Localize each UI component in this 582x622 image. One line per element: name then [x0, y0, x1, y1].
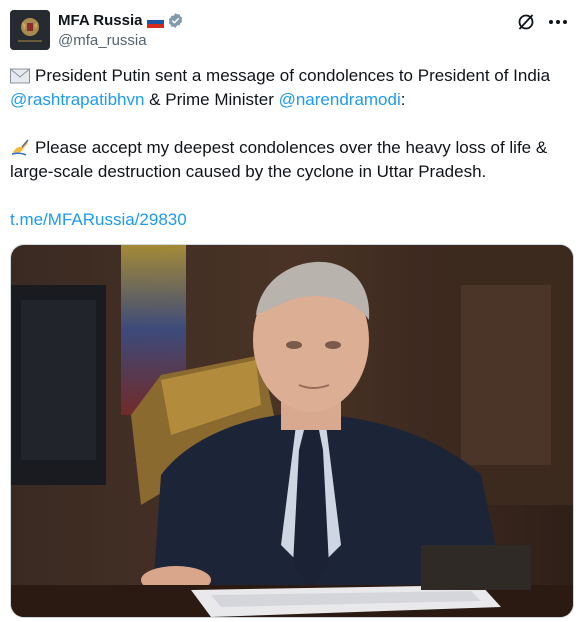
envelope-icon — [10, 67, 30, 85]
writing-hand-icon — [10, 138, 30, 156]
tweet-line1-suffix: : — [400, 90, 406, 109]
avatar[interactable] — [10, 10, 50, 50]
tweet-header: MFA Russia @mfa_russia — [10, 10, 572, 50]
tweet-paragraph-2: Please accept my deepest condolences ove… — [10, 136, 575, 184]
author-handle[interactable]: @mfa_russia — [58, 32, 184, 49]
photo-of-man-at-desk — [11, 245, 573, 617]
mention-narendramodi[interactable]: @narendramodi — [279, 90, 401, 109]
russia-flag-icon — [147, 15, 165, 28]
tweet-line1-middle: & Prime Minister — [144, 90, 279, 109]
telegram-link[interactable]: t.me/MFARussia/29830 — [10, 210, 187, 229]
verified-badge-icon[interactable] — [167, 12, 184, 29]
more-dots-icon[interactable] — [546, 10, 570, 34]
author-display-name[interactable]: MFA Russia — [58, 12, 142, 29]
tweet-line1-prefix: President Putin sent a message of condol… — [35, 66, 551, 85]
tweet-text: President Putin sent a message of condol… — [10, 64, 575, 232]
grok-slash-icon[interactable] — [516, 12, 536, 32]
tweet-paragraph-1: President Putin sent a message of condol… — [10, 64, 575, 112]
tweet-photo[interactable] — [10, 244, 574, 618]
author-names: MFA Russia @mfa_russia — [58, 11, 184, 49]
tweet-paragraph-2-text: Please accept my deepest condolences ove… — [10, 138, 548, 181]
mention-rashtrapatibhvn[interactable]: @rashtrapatibhvn — [10, 90, 144, 109]
tweet-card: MFA Russia @mfa_russia President Putin s… — [0, 0, 582, 622]
tweet-paragraph-3: t.me/MFARussia/29830 — [10, 208, 575, 232]
